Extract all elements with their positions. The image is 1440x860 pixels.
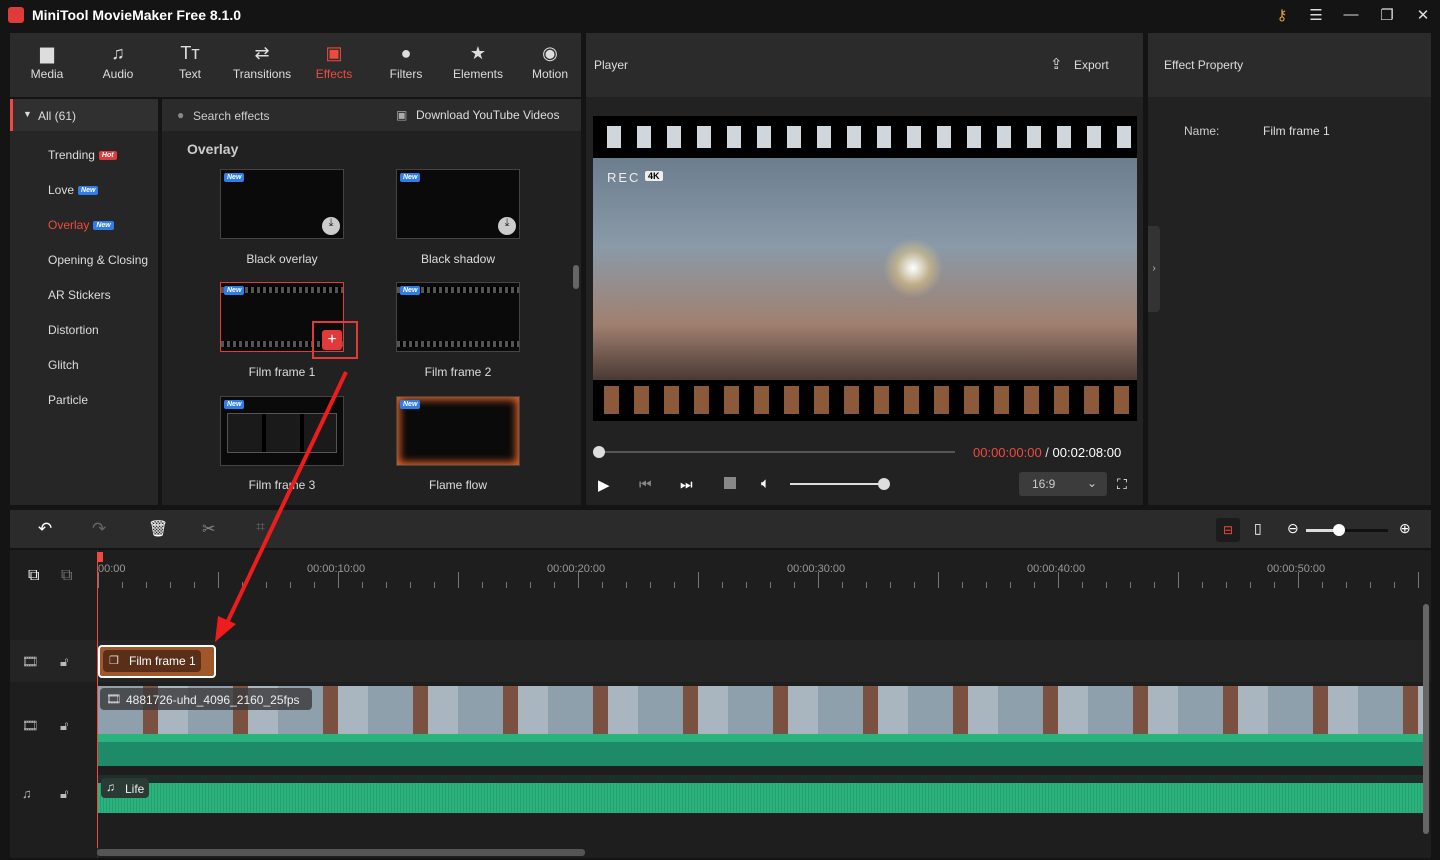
- annotation-arrow: [215, 371, 348, 642]
